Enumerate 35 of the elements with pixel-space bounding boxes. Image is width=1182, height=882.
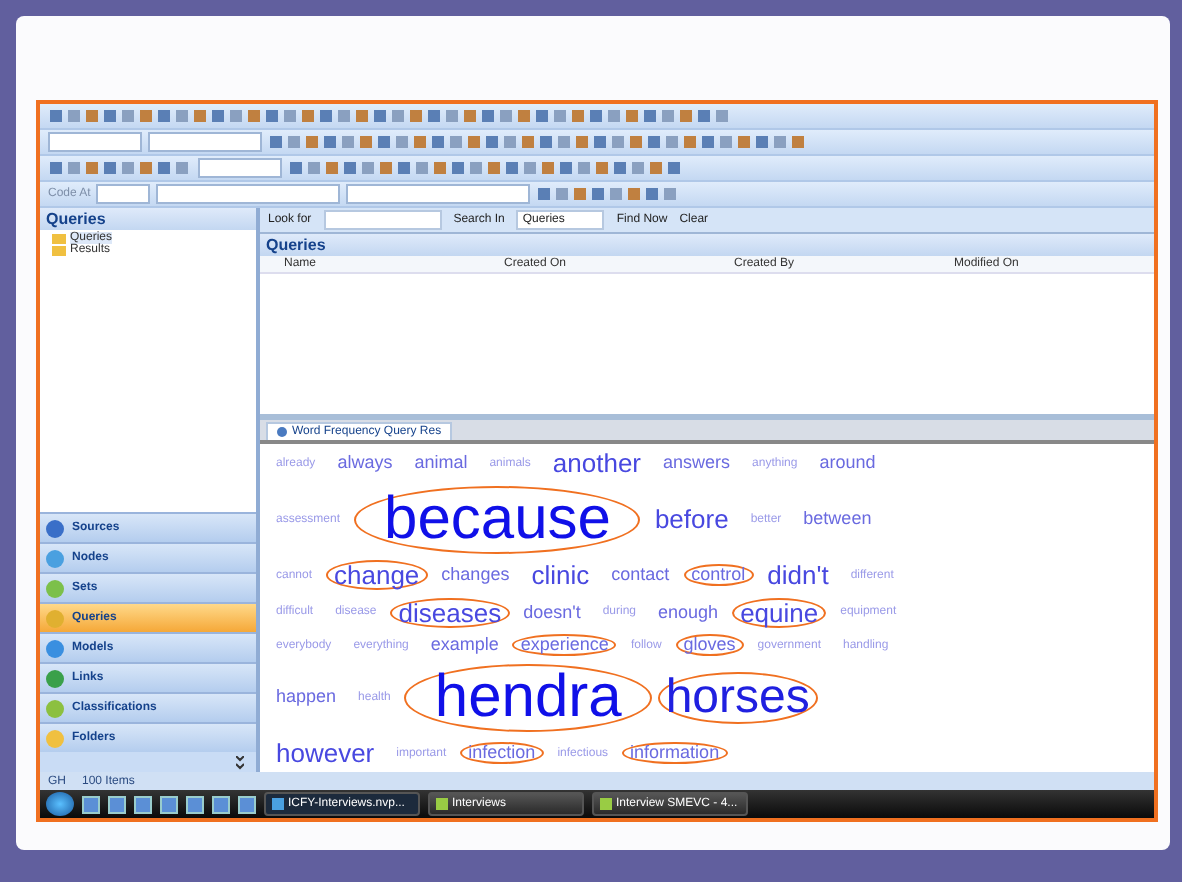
cloud-word: always: [335, 452, 395, 474]
chevron-icon[interactable]: [236, 755, 244, 769]
cloud-word: because: [354, 485, 641, 553]
cloud-word: control: [683, 564, 754, 586]
cloud-word: clinic: [529, 560, 592, 590]
query-icon: [276, 426, 288, 438]
cloud-word: around: [817, 452, 878, 474]
pane-title: Queries: [40, 208, 256, 230]
cloud-word: equine: [732, 597, 827, 627]
cloud-word: example: [428, 634, 501, 656]
cloud-word: doesn't: [521, 601, 583, 623]
cloud-word: answers: [661, 452, 733, 474]
cloud-word: infection: [460, 742, 544, 764]
cloud-word: information: [622, 742, 728, 764]
look-for-field[interactable]: [323, 210, 442, 230]
cloud-word: changes: [439, 564, 512, 586]
list-title: Queries: [260, 234, 1154, 256]
cloud-word: gloves: [675, 634, 744, 656]
cloud-word: between: [801, 508, 874, 530]
cloud-word: didn't: [765, 560, 831, 590]
node-dropdown[interactable]: [156, 184, 341, 204]
cloud-word: before: [652, 504, 731, 534]
cloud-word: however: [274, 738, 377, 768]
start-button[interactable]: [46, 792, 74, 816]
cloud-word: horses: [657, 671, 818, 723]
cloud-word: hendra: [404, 663, 652, 731]
cloud-word: contact: [609, 564, 672, 586]
cloud-word: enough: [656, 601, 721, 623]
cloud-word: diseases: [390, 597, 510, 627]
cloud-word: happen: [274, 686, 339, 708]
cloud-word: another: [550, 448, 643, 478]
cloud-word: experience: [512, 634, 617, 656]
cloud-word: change: [326, 560, 428, 590]
toolbar-icons-drawing: [48, 160, 192, 176]
cloud-word: animal: [412, 452, 470, 474]
